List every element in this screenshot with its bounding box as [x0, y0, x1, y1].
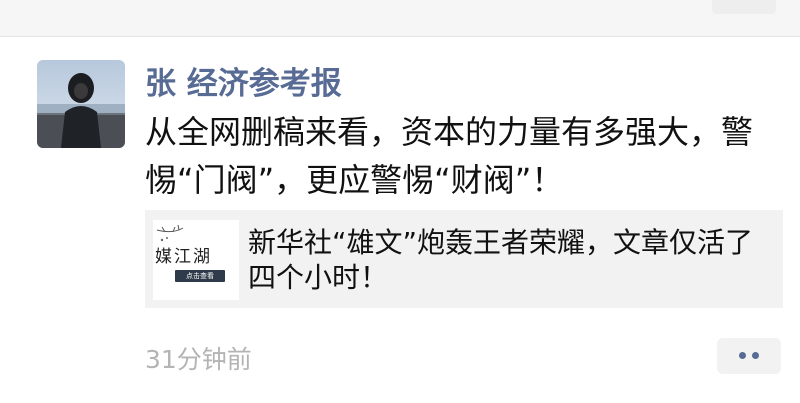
person-avatar-icon	[37, 60, 125, 148]
thumbnail-title: 媒江湖	[155, 247, 212, 267]
more-dots-icon	[752, 352, 759, 359]
author-name[interactable]: 张 经济参考报	[145, 58, 342, 103]
post-text: 从全网删稿来看，资本的力量有多强大，警惕“门阀”，更应警惕“财阀”！	[145, 113, 754, 199]
previous-more-button[interactable]	[712, 0, 776, 14]
shared-article-card[interactable]: 媒江湖 点击查看 新华社“雄文”炮轰王者荣耀，文章仅活了四个小时！	[145, 210, 783, 308]
shared-article-title: 新华社“雄文”炮轰王者荣耀，文章仅活了四个小时！	[248, 226, 754, 294]
thumbnail-button: 点击查看	[175, 270, 225, 282]
avatar[interactable]	[37, 60, 125, 148]
post-timestamp: 31分钟前	[145, 345, 252, 374]
article-thumbnail: 媒江湖 点击查看	[153, 220, 239, 300]
divider	[0, 36, 800, 37]
previous-post-strip	[0, 0, 800, 36]
more-dots-icon	[739, 352, 746, 359]
more-actions-button[interactable]	[717, 338, 781, 374]
